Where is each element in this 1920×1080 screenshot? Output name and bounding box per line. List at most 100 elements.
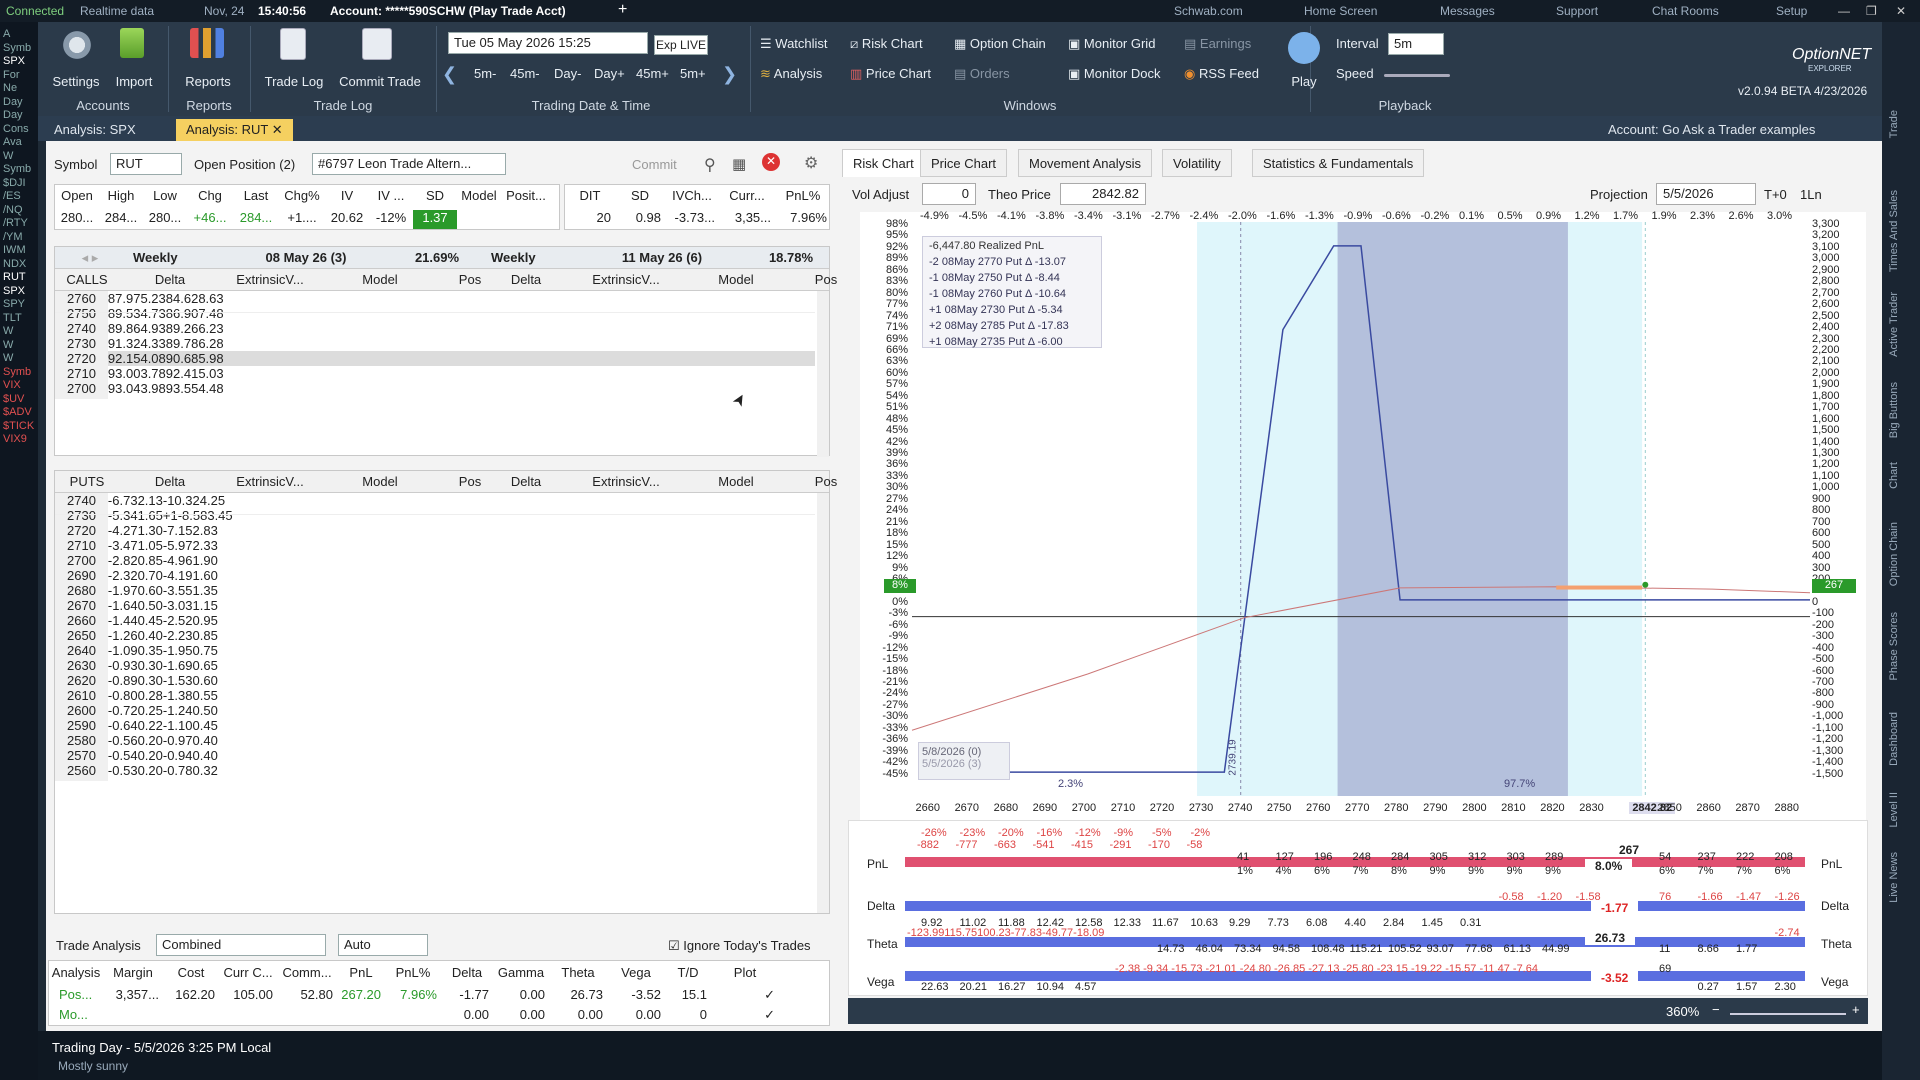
watch-symbol[interactable]: Ne	[3, 82, 17, 94]
interval-select[interactable]: 5m	[1388, 33, 1444, 55]
remove-icon[interactable]: ✕	[762, 153, 780, 171]
watch-symbol[interactable]: Ava	[3, 136, 22, 148]
watch-symbol[interactable]: $UV	[3, 393, 24, 405]
tab-price-chart[interactable]: Price Chart	[920, 149, 1008, 177]
zoom-out-icon[interactable]: −	[1712, 1002, 1720, 1017]
dock-tab[interactable]: Level II	[1888, 792, 1914, 827]
tab-risk-chart[interactable]: Risk Chart	[842, 149, 925, 177]
link-setup[interactable]: Setup	[1776, 4, 1807, 18]
monitor-grid-button[interactable]: ▣ Monitor Grid	[1068, 36, 1155, 52]
watch-symbol[interactable]: W	[3, 150, 13, 162]
play-icon[interactable]	[1288, 32, 1320, 64]
table-row[interactable]: 2630 -0.930.30-1.690.65	[55, 514, 815, 676]
table-row[interactable]: 2750 89.534.7386.907.48	[55, 303, 815, 324]
table-row[interactable]: 2660 -1.440.45-2.520.95	[55, 514, 815, 631]
link-chat-rooms[interactable]: Chat Rooms	[1652, 4, 1719, 18]
watch-symbol[interactable]: /RTY	[3, 217, 28, 229]
exp-live-button[interactable]: Exp LIVE	[654, 35, 708, 55]
rss-feed-button[interactable]: ◉ RSS Feed	[1184, 66, 1259, 82]
table-row[interactable]: 2620 -0.890.30-1.530.60	[55, 514, 815, 691]
orders-button[interactable]: ▤ Orders	[954, 66, 1010, 82]
restore-icon[interactable]: ❐	[1866, 4, 1877, 18]
close-tab-icon[interactable]: ✕	[268, 122, 283, 137]
symbol-select[interactable]: RUT	[110, 153, 182, 175]
table-row[interactable]: 2740 89.864.9389.266.23	[55, 312, 815, 339]
watch-symbol[interactable]: /ES	[3, 190, 21, 202]
table-row[interactable]: 2710 -3.471.05-5.972.33	[55, 514, 815, 556]
add-tab-icon[interactable]: +	[618, 1, 627, 19]
dock-tab[interactable]: Live News	[1888, 852, 1914, 903]
scrollbar[interactable]	[817, 493, 829, 913]
dock-tab[interactable]: Active Trader	[1888, 292, 1914, 357]
trade-log-button[interactable]: Trade Log	[260, 74, 328, 89]
step-5m-fwd[interactable]: 5m+	[680, 66, 706, 81]
trade-analysis-mode[interactable]: Combined	[156, 934, 326, 956]
watch-symbol[interactable]: SPY	[3, 298, 25, 310]
link-schwab[interactable]: Schwab.com	[1174, 4, 1243, 18]
table-row[interactable]: 2700 93.043.9893.554.48	[55, 312, 815, 399]
dock-tab[interactable]: Phase Scores	[1888, 612, 1914, 680]
play-button[interactable]: Play	[1288, 74, 1320, 89]
ta-cell[interactable]: ✓	[711, 987, 779, 1003]
zoom-in-icon[interactable]: +	[1852, 1002, 1860, 1017]
step-45m-back[interactable]: 45m-	[510, 66, 540, 81]
table-row[interactable]: 2720 92.154.0890.685.98	[55, 312, 815, 369]
tab-statistics-fundamentals[interactable]: Statistics & Fundamentals	[1252, 149, 1425, 177]
table-row[interactable]: 2710 93.003.7892.415.03	[55, 312, 815, 384]
watch-symbol[interactable]: Day	[3, 109, 23, 121]
commit-trade-button[interactable]: Commit Trade	[334, 74, 426, 89]
watch-symbol[interactable]: Cons	[3, 123, 29, 135]
dock-tab[interactable]: Dashboard	[1888, 712, 1914, 766]
watch-symbol[interactable]: Day	[3, 96, 23, 108]
table-row[interactable]: 2680 -1.970.60-3.551.35	[55, 514, 815, 601]
tab-volatility[interactable]: Volatility	[1162, 149, 1232, 177]
commit-button[interactable]: Commit	[632, 157, 677, 172]
price-chart-button[interactable]: ▥ Price Chart	[850, 66, 931, 82]
tab-analysis-rut[interactable]: Analysis: RUT ✕	[176, 119, 293, 141]
table-row[interactable]: 2560 -0.530.20-0.780.32	[55, 514, 815, 781]
ignore-trades-checkbox[interactable]: ☑ Ignore Today's Trades	[668, 938, 811, 954]
table-row[interactable]: 2760 87.975.2384.628.63	[55, 291, 815, 313]
watch-symbol[interactable]: VIX9	[3, 433, 27, 445]
watch-symbol[interactable]: /NQ	[3, 204, 23, 216]
trading-datetime-field[interactable]: Tue 05 May 2026 15:25	[448, 32, 648, 54]
table-row[interactable]: 2610 -0.800.28-1.380.55	[55, 514, 815, 706]
watch-symbol[interactable]: NDX	[3, 258, 26, 270]
table-row[interactable]: 2700 -2.820.85-4.961.90	[55, 514, 815, 571]
tab-movement-analysis[interactable]: Movement Analysis	[1018, 149, 1152, 177]
minimize-icon[interactable]: —	[1838, 4, 1850, 18]
table-row[interactable]: 2650 -1.260.40-2.230.85	[55, 514, 815, 646]
watch-symbol[interactable]: IWM	[3, 244, 26, 256]
earnings-button[interactable]: ▤ Earnings	[1184, 36, 1251, 52]
watch-symbol[interactable]: SPX	[3, 285, 25, 297]
one-ln-label[interactable]: 1Ln	[1800, 187, 1822, 202]
scrollbar[interactable]	[817, 291, 829, 457]
watch-symbol[interactable]: $TICK	[3, 420, 34, 432]
speed-slider[interactable]	[1384, 74, 1450, 77]
table-row[interactable]: 2580 -0.560.20-0.970.40	[55, 514, 815, 751]
dock-tab[interactable]: Times And Sales	[1888, 190, 1914, 272]
watch-symbol[interactable]: A	[3, 28, 10, 40]
watch-symbol[interactable]: W	[3, 325, 13, 337]
tab-analysis-spx[interactable]: Analysis: SPX	[44, 119, 146, 141]
link-support[interactable]: Support	[1556, 4, 1598, 18]
t0-label[interactable]: T+0	[1764, 187, 1787, 202]
table-icon[interactable]: ▦	[732, 155, 746, 173]
chain-nav-icon[interactable]: ◂ ▸	[75, 250, 105, 266]
monitor-dock-button[interactable]: ▣ Monitor Dock	[1068, 66, 1160, 82]
trade-select[interactable]: #6797 Leon Trade Altern...	[312, 153, 506, 175]
vol-adjust-input[interactable]: 0	[922, 183, 976, 205]
step-back-icon[interactable]: ❮	[442, 64, 457, 85]
projection-date-select[interactable]: 5/5/2026	[1656, 183, 1756, 205]
table-row[interactable]: 2720 -4.271.30-7.152.83	[55, 514, 815, 541]
table-row[interactable]: 2730 -5.341.65+1-8.583.45	[55, 505, 815, 526]
settings-button[interactable]: Settings	[46, 74, 106, 89]
trade-analysis-auto[interactable]: Auto	[338, 934, 428, 956]
zoom-slider[interactable]	[1730, 1013, 1846, 1015]
import-button[interactable]: Import	[106, 74, 162, 89]
table-row[interactable]: 2730 91.324.3389.786.28	[55, 312, 815, 354]
table-row[interactable]: 2590 -0.640.22-1.100.45	[55, 514, 815, 736]
dock-tab[interactable]: Big Buttons	[1888, 382, 1914, 438]
link-home-screen[interactable]: Home Screen	[1304, 4, 1377, 18]
watch-symbol[interactable]: Symb	[3, 42, 31, 54]
